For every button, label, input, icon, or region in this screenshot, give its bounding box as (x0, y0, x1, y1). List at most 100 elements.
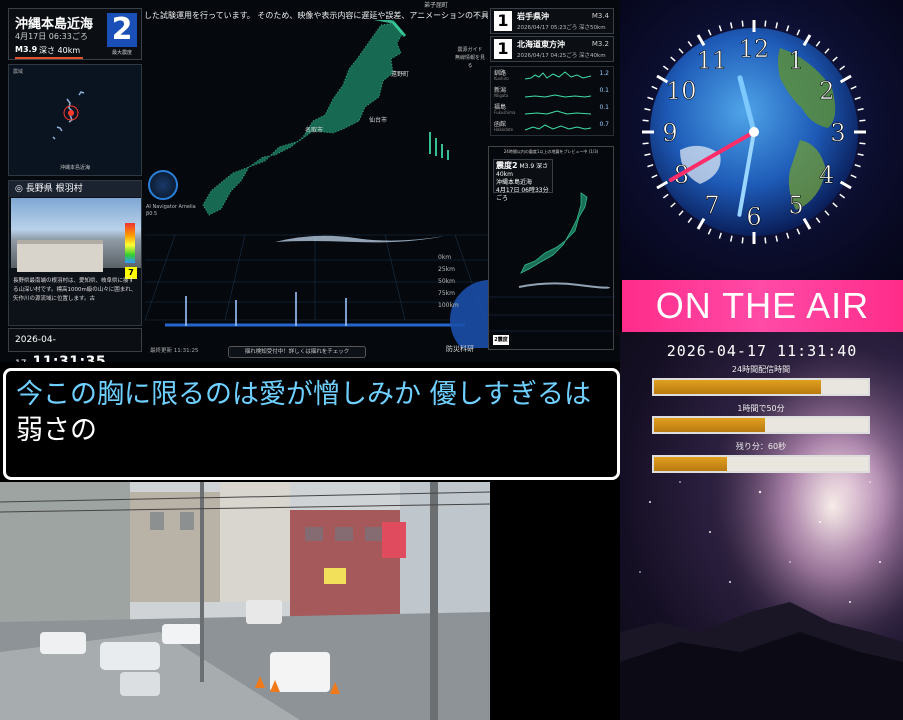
clock-tick (815, 40, 821, 47)
depth-tick: 75km (438, 290, 455, 297)
clock-tick (775, 22, 779, 29)
history-location: 岩手県沖 (517, 12, 549, 21)
clock-tick (854, 96, 861, 100)
epicenter-mini-map: 震域 沖縄本島近海 (8, 64, 142, 176)
waveform (525, 110, 591, 115)
history-item[interactable]: 1 北海道東方沖 2026/04/17 04:25ごろ 深さ40km M3.2 (490, 36, 614, 62)
ai-navigator[interactable]: AI Navigator Amelia β0.5 (146, 170, 196, 226)
history-location: 北海道東方沖 (517, 40, 565, 49)
intensity-scale-bar (125, 223, 135, 263)
station-value: 0.1 (599, 87, 609, 94)
clock-center (749, 127, 759, 137)
quake-magnitude: M3.9 (15, 45, 38, 54)
street-live-camera (0, 482, 490, 720)
station-value: 1.2 (599, 70, 609, 77)
clock-tick (832, 56, 838, 62)
waveform (525, 94, 591, 98)
monitor-time: 11:31:35 (32, 354, 107, 362)
japan-3d-map: 遠野町 名取市 仙台市 (145, 20, 488, 348)
clock-tick (642, 119, 649, 122)
clock-tick (815, 217, 821, 224)
clock-tick (857, 107, 864, 111)
latest-quake-card: 沖縄本島近海 4月17日 06:33ごろ M3.9 深さ 40km 2 最大震度 (8, 8, 142, 60)
max-intensity: 2 (107, 13, 137, 47)
digital-clock: 2026-04-17 11:31:40 (666, 342, 858, 360)
clock-tick (741, 20, 744, 27)
clock-tick (687, 40, 693, 47)
clock-tick (796, 228, 801, 235)
clock-tick (839, 65, 846, 71)
station-romaji: Kushiro (494, 76, 509, 81)
wave-row: 新潟 Niigata 0.1 (491, 84, 613, 101)
waveform (525, 71, 591, 80)
clock-tick (642, 142, 649, 145)
clock-tick (651, 174, 658, 179)
timer-label-2: 1時間で50分 (737, 404, 785, 413)
clock-tick (729, 22, 733, 29)
camera-title-bar: ◎ 長野県 根羽村 (9, 181, 141, 197)
clock-tick (764, 20, 767, 27)
subtitle-line-1: 今この胸に限るのは愛が憎しみか 優しすぎるは (16, 379, 592, 410)
analog-clock: 121234567891011 (642, 20, 866, 244)
timer-fill-2 (654, 418, 766, 432)
ai-navigator-icon (148, 170, 178, 200)
depth-tick: 0km (438, 254, 452, 261)
seismograph-panel: 釧路 Kushiro 1.2 新潟 Niigata 0.1 福島 Fukushi… (490, 66, 614, 136)
history-time: 2026/04/17 05:23ごろ 深さ50km (517, 25, 606, 31)
clock-numeral: 4 (819, 161, 834, 189)
clock-tick (796, 29, 801, 36)
quake-underline (15, 57, 83, 59)
preview-info: 震度2 M3.9 深さ40km 沖縄本島近海 4月17日 06時33分ごろ (493, 159, 553, 202)
timer-bar-1 (652, 378, 870, 396)
camera-description: 長野県最南端の根羽村は、愛知県、岐阜県に接する山深い村です。標高1000m級の山… (13, 278, 137, 302)
depth-tick: 100km (438, 302, 459, 309)
mini-map-label: 沖縄本島近海 (59, 165, 90, 171)
history-magnitude: M3.2 (591, 40, 609, 48)
timer-label-1: 24時間配信時間 (731, 365, 791, 374)
history-magnitude: M3.4 (591, 12, 609, 20)
clock-tick (644, 153, 651, 157)
clock-tick (718, 25, 722, 32)
clock-tick (786, 232, 790, 239)
recent-quake-preview: 24時間以内の震度1以上の地震をプレビュー中 (1/3) 震度2 M3.9 深さ… (488, 146, 615, 350)
depth-scale: 0km 25km 50km 75km 100km (438, 252, 459, 312)
station-romaji: Hakodate (494, 127, 514, 132)
school-building (17, 240, 103, 272)
camera-title: 長野県 根羽村 (25, 184, 83, 194)
last-update-time: 最終更新 11:31:25 (150, 348, 199, 354)
timer-bar-3 (652, 455, 870, 473)
quake-time: 4月17日 06:33ごろ (15, 32, 88, 41)
waveform (525, 124, 591, 131)
clock-tick (859, 119, 866, 122)
preview-location: 沖縄本島近海 (496, 179, 533, 186)
preview-shindo: 震度2 (496, 161, 518, 170)
on-air-text: ON THE AIR (655, 285, 870, 326)
clock-tick (775, 235, 779, 242)
street-scene (0, 482, 490, 720)
clock-tick (678, 210, 684, 216)
analog-clock-panel: 121234567891011 (620, 0, 903, 280)
clock-tick (678, 48, 684, 54)
clock-tick (662, 65, 669, 71)
clock-tick (859, 142, 866, 145)
history-item[interactable]: 1 岩手県沖 2026/04/17 05:23ごろ 深さ50km M3.4 (490, 8, 614, 34)
quake-depth: 深さ 40km (39, 46, 81, 55)
timer-fill-3 (654, 457, 727, 471)
clock-tick (662, 193, 669, 199)
clock-numeral: 1 (788, 46, 803, 74)
epicenter-guide-button[interactable]: 震源ガイド 無線情報を見る (455, 46, 485, 69)
clock-tick (741, 237, 744, 244)
clock-tick (832, 202, 838, 208)
map-label-3: 仙台市 (369, 116, 387, 124)
clock-tick (647, 164, 654, 168)
shake-check-button[interactable]: 揺れ検知受付中！詳しくは揺れをチェック (228, 346, 366, 358)
lyrics-subtitle: 今この胸に限るのは愛が憎しみか 優しすぎるは 弱さの (3, 368, 620, 480)
timer-bar-2 (652, 416, 870, 434)
clock-numeral: 9 (662, 119, 677, 147)
depth-tick: 25km (438, 266, 455, 273)
timer-fill-1 (654, 380, 821, 394)
wave-row: 函館 Hakodate 0.7 (491, 118, 613, 135)
wave-row: 釧路 Kushiro 1.2 (491, 67, 613, 84)
clock-tick (718, 232, 722, 239)
station-romaji: Niigata (494, 93, 509, 98)
